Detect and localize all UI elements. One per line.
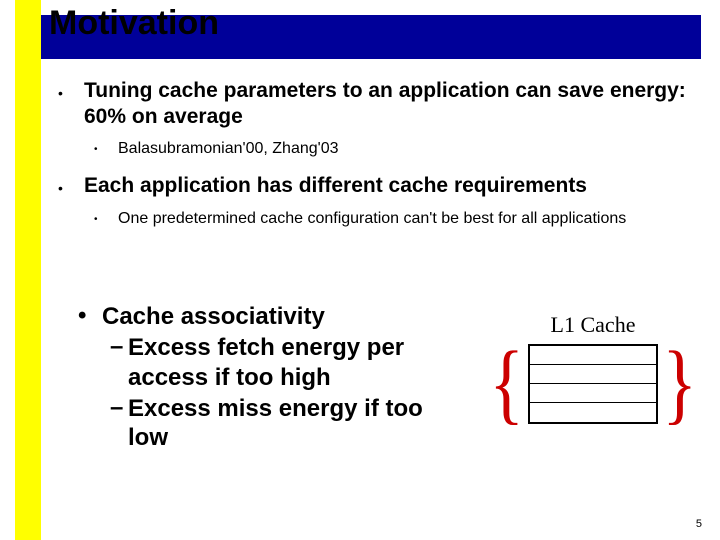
right-brace-icon: } (662, 348, 697, 420)
left-brace-icon: { (489, 348, 524, 420)
content-area: • Tuning cache parameters to an applicat… (58, 78, 698, 229)
cache-way (530, 403, 656, 422)
bullet-1: • Tuning cache parameters to an applicat… (58, 78, 698, 131)
bullet-2-sub-text: One predetermined cache configuration ca… (118, 209, 626, 229)
bullet-icon: • (58, 78, 84, 106)
bullet-icon: • (94, 139, 118, 159)
bullet-2-sub: • One predetermined cache configuration … (58, 209, 698, 229)
bullet-icon: • (58, 173, 84, 201)
cache-row: { } (478, 344, 708, 424)
bullet-2-text: Each application has different cache req… (84, 173, 587, 199)
lower-dash-2-text: Excess miss energy if too low (128, 394, 468, 453)
dash-icon: – (110, 394, 128, 423)
lower-dash-1: – Excess fetch energy per access if too … (78, 333, 468, 392)
cache-way (530, 384, 656, 403)
dash-icon: – (110, 333, 128, 362)
lower-dash-2: – Excess miss energy if too low (78, 394, 468, 453)
bullet-1-sub: • Balasubramonian'00, Zhang'03 (58, 139, 698, 159)
cache-way (530, 365, 656, 384)
cache-box (528, 344, 658, 424)
lower-heading-row: • Cache associativity (78, 302, 468, 331)
bullet-2: • Each application has different cache r… (58, 173, 698, 201)
lower-block: • Cache associativity – Excess fetch ene… (78, 302, 468, 452)
slide: Motivation • Tuning cache parameters to … (0, 0, 720, 540)
bullet-icon: • (78, 302, 102, 331)
cache-way (530, 346, 656, 365)
lower-heading: Cache associativity (102, 302, 325, 331)
bullet-1-sub-text: Balasubramonian'00, Zhang'03 (118, 139, 338, 159)
accent-stripe (15, 0, 41, 540)
slide-title: Motivation (49, 4, 219, 43)
slide-number: 5 (696, 518, 702, 530)
bullet-1-text: Tuning cache parameters to an applicatio… (84, 78, 698, 131)
cache-diagram: L1 Cache { } (478, 312, 708, 424)
bullet-icon: • (94, 209, 118, 229)
lower-dash-1-text: Excess fetch energy per access if too hi… (128, 333, 468, 392)
